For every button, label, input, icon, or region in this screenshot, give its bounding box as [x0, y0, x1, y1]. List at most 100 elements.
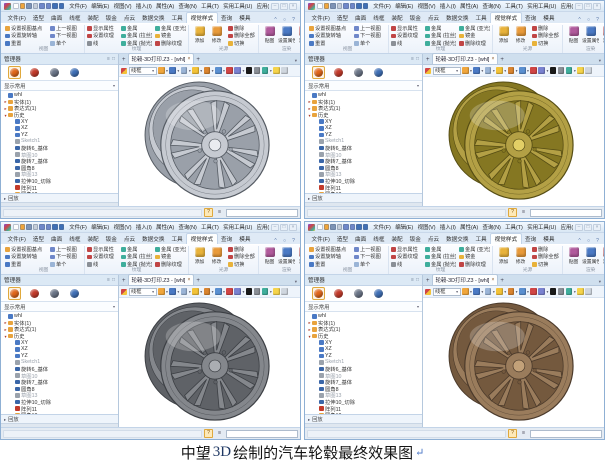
ribbon-tab[interactable]: 文件(F) [4, 234, 29, 244]
command-input[interactable] [226, 209, 298, 217]
bulb-on-icon[interactable] [273, 288, 280, 295]
tree-item[interactable]: 草图13 [305, 392, 422, 399]
dropdown-caret-icon[interactable]: ▾ [270, 289, 272, 294]
ribbon-button[interactable]: 删除全部 [228, 32, 256, 39]
maximize-button[interactable]: □ [584, 3, 592, 10]
light-icon[interactable] [192, 67, 199, 74]
print-icon[interactable] [33, 224, 39, 230]
command-list-button[interactable]: ≡ [215, 208, 224, 217]
ribbon-tab[interactable]: 点云 [424, 13, 442, 23]
ribbon-button[interactable]: 设置纹理 [87, 32, 118, 39]
bulb-on-icon[interactable] [577, 67, 584, 74]
ribbon-button[interactable]: 渲染 [599, 25, 604, 47]
ribbon-button[interactable]: 修改 [208, 246, 225, 268]
material-icon[interactable] [204, 67, 211, 74]
ribbon-button[interactable]: 设置纹理 [87, 253, 118, 260]
menu-item[interactable]: 文件(F) [373, 223, 391, 231]
ribbon-button[interactable]: 切换 [228, 261, 256, 268]
bulb-off-icon[interactable] [585, 67, 592, 74]
tree-item[interactable]: ▾历史 [1, 333, 118, 340]
display-mode-icon[interactable] [473, 288, 480, 295]
dropdown-caret-icon[interactable]: ▾ [493, 289, 495, 294]
background-icon[interactable] [519, 67, 526, 74]
dropdown-caret-icon[interactable]: ▾ [527, 68, 529, 73]
ribbon-button[interactable]: 下一视图 [354, 32, 386, 39]
viewport-3d[interactable] [119, 298, 300, 427]
ribbon-tab[interactable]: 数据交换 [443, 13, 472, 23]
document-tab-active[interactable]: 轮毂-3D打印.Z3 - [whl] × [432, 274, 499, 285]
tree-item[interactable]: ▾历史 [1, 112, 118, 119]
tree-item[interactable]: 旋转6_基体 [305, 366, 422, 373]
light-icon[interactable] [192, 288, 199, 295]
ribbon-button[interactable]: 金属 (抛光) [121, 40, 152, 47]
ribbon-button[interactable]: 设置旋转轴 [309, 253, 351, 260]
material-icon[interactable] [508, 67, 515, 74]
panel-menu-icon[interactable]: ≡ [411, 277, 414, 283]
ribbon-button[interactable]: 线 [391, 40, 422, 47]
ribbon-tab[interactable]: 曲面 [48, 13, 66, 23]
edit-pencil-icon[interactable] [425, 289, 431, 295]
maximize-button[interactable]: □ [584, 224, 592, 231]
background-icon[interactable] [215, 67, 222, 74]
ribbon-tab[interactable]: 模具 [540, 234, 558, 244]
open-file-icon[interactable] [20, 3, 26, 9]
ribbon-button[interactable]: 删除纹理 [459, 40, 490, 47]
ribbon-tab-active[interactable]: 视觉样式 [186, 233, 217, 244]
tree-item[interactable]: YZ [1, 132, 118, 139]
new-file-icon[interactable] [13, 224, 19, 230]
undo-icon[interactable] [39, 224, 45, 230]
panel-menu-icon[interactable]: ≡ [107, 277, 110, 283]
ribbon-tab[interactable]: 查询 [218, 234, 236, 244]
open-file-icon[interactable] [324, 224, 330, 230]
tab-list-icon[interactable]: ▾ [599, 58, 601, 64]
document-tab-active[interactable]: 轮毂-3D打印.Z3 - [whl] × [432, 53, 499, 64]
viewport-3d[interactable] [423, 298, 604, 427]
ribbon-button[interactable]: 显示属性 [87, 246, 118, 253]
tree-item[interactable]: whl [305, 92, 422, 99]
menu-item[interactable]: 工具(T) [505, 223, 523, 231]
assembly-manager-tab[interactable] [332, 66, 345, 79]
ribbon-button[interactable]: 上一视图 [50, 246, 82, 253]
minimize-button[interactable]: – [575, 224, 583, 231]
pencil-icon[interactable] [226, 288, 233, 295]
ribbon-tab[interactable]: 查询 [522, 13, 540, 23]
menu-item[interactable]: 文件(F) [69, 223, 87, 231]
web-manager-tab[interactable] [372, 287, 385, 300]
ribbon-button[interactable]: 显示属性 [391, 25, 422, 32]
ribbon-button[interactable]: 设置视图基点 [309, 25, 351, 32]
edit-pencil-icon[interactable] [121, 68, 127, 74]
assembly-manager-tab[interactable] [28, 287, 41, 300]
new-file-icon[interactable] [13, 3, 19, 9]
entity-filter-combo[interactable]: 线框 ▾ [433, 288, 461, 296]
dropdown-caret-icon[interactable]: ▾ [242, 68, 244, 73]
visual-manager-tab[interactable] [352, 66, 365, 79]
dropdown-caret-icon[interactable]: ▾ [574, 289, 576, 294]
ribbon-button[interactable]: 添加 [495, 246, 512, 268]
tree-item[interactable]: whl [1, 92, 118, 99]
tree-item[interactable]: XZ [1, 125, 118, 132]
ribbon-button[interactable]: 贴图 [261, 246, 278, 268]
ribbon-button[interactable]: 线 [87, 261, 118, 268]
ribbon-button[interactable]: 修改 [512, 25, 529, 47]
ribbon-button[interactable]: 重置 [309, 261, 351, 268]
tree-item[interactable]: 阵列11 [305, 405, 422, 412]
tree-item[interactable]: 草图10 [1, 372, 118, 379]
redo-icon[interactable] [46, 224, 52, 230]
dropdown-caret-icon[interactable]: ▾ [212, 68, 214, 73]
tree-item[interactable]: 旋转6_基体 [305, 145, 422, 152]
ribbon-button[interactable]: 重置 [5, 40, 47, 47]
shade-mode-icon[interactable] [158, 288, 165, 295]
visual-manager-tab[interactable] [352, 287, 365, 300]
ribbon-button[interactable]: 设置视图基点 [5, 25, 47, 32]
tree-item[interactable]: whl [305, 313, 422, 320]
menu-item[interactable]: 实用工具(U) [527, 2, 556, 10]
command-input[interactable] [226, 430, 298, 438]
menu-item[interactable]: 属性(A) [460, 223, 478, 231]
ribbon-button[interactable]: 设置视图基点 [5, 246, 47, 253]
menu-item[interactable]: 工具(T) [201, 223, 219, 231]
ribbon-button[interactable]: 镜金 [155, 253, 186, 260]
ribbon-tab[interactable]: 曲面 [48, 234, 66, 244]
dropdown-caret-icon[interactable]: ▾ [546, 289, 548, 294]
ribbon-tab[interactable]: 点云 [120, 234, 138, 244]
teal-material-icon[interactable] [262, 67, 269, 74]
